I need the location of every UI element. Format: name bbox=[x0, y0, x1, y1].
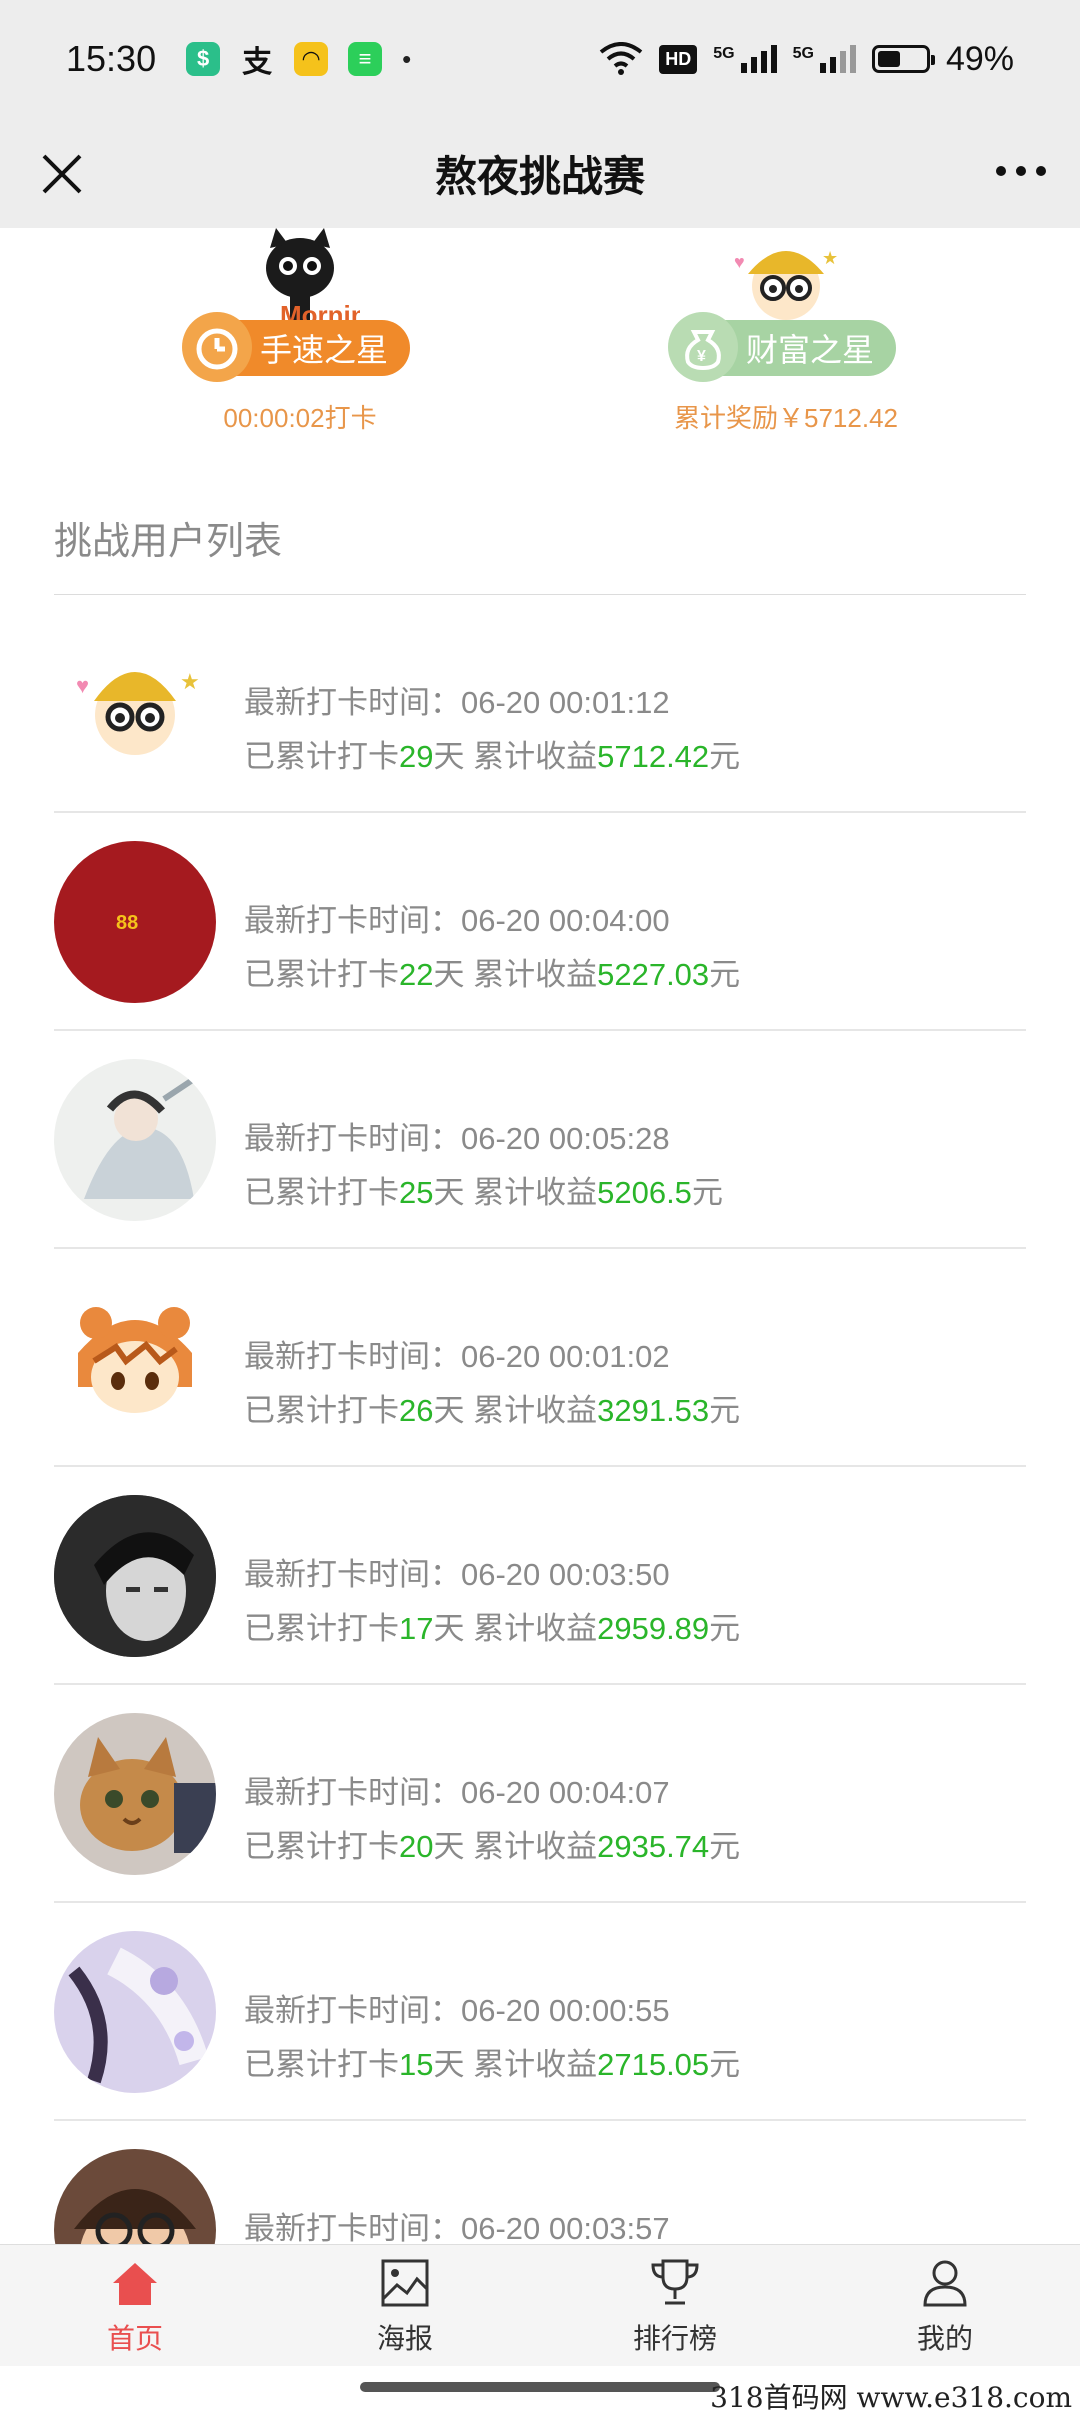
tab-poster-label: 海报 bbox=[376, 2323, 433, 2354]
earnings-value: 5712.42 bbox=[597, 739, 710, 774]
wifi-icon bbox=[600, 42, 643, 75]
tab-mine-label: 我的 bbox=[916, 2323, 973, 2354]
tab-mine[interactable]: 我的 bbox=[810, 2245, 1080, 2367]
wealth-star-caption: 累计奖励￥5712.42 bbox=[674, 403, 898, 433]
svg-text:88: 88 bbox=[116, 912, 138, 934]
checkin-stats: 已累计打卡25天 累计收益5206.5元 bbox=[244, 1175, 723, 1210]
list-item[interactable]: 88 最新打卡时间：06-20 00:04:00 已累计打卡22天 累计收益52… bbox=[54, 813, 1026, 1031]
speed-star-caption: 00:00:02打卡 bbox=[223, 403, 377, 433]
list-item[interactable]: ♥ ★ 最新打卡时间：06-20 00:01:12 已累计打卡29天 累计收益57… bbox=[54, 595, 1026, 813]
earnings-value: 2935.74 bbox=[597, 1829, 710, 1864]
earnings-value: 5206.5 bbox=[597, 1175, 692, 1210]
wealth-star-avatar: ♥ ★ bbox=[726, 228, 846, 328]
avatar: 88 bbox=[54, 841, 216, 1003]
speed-star-avatar: Mornin bbox=[240, 228, 360, 328]
checkin-time: 最新打卡时间：06-20 00:00:55 bbox=[244, 1993, 670, 2028]
avatar bbox=[54, 1495, 216, 1657]
tab-home[interactable]: 首页 bbox=[0, 2245, 270, 2367]
home-indicator[interactable] bbox=[360, 2382, 720, 2392]
checkin-days: 17 bbox=[399, 1611, 434, 1646]
tab-ranking[interactable]: 排行榜 bbox=[540, 2245, 810, 2367]
clock-icon bbox=[182, 312, 252, 382]
avatar bbox=[54, 1713, 216, 1875]
close-icon[interactable] bbox=[34, 146, 90, 202]
checkin-time: 最新打卡时间：06-20 00:03:57 bbox=[244, 2211, 670, 2246]
checkin-time: 最新打卡时间：06-20 00:01:12 bbox=[244, 685, 670, 720]
signal-2-icon: 5G bbox=[793, 45, 856, 73]
avatar bbox=[54, 1277, 216, 1439]
checkin-days: 15 bbox=[399, 2047, 434, 2082]
watermark: 318首码网 www.e318.com bbox=[710, 2381, 1072, 2414]
checkin-stats: 已累计打卡22天 累计收益5227.03元 bbox=[244, 957, 741, 992]
speed-star-label: 手速之星 bbox=[260, 332, 389, 368]
shield-app-icon: $ bbox=[186, 42, 221, 76]
home-icon bbox=[113, 2263, 157, 2305]
checkin-stats: 已累计打卡26天 累计收益3291.53元 bbox=[244, 1393, 741, 1428]
checkin-days: 25 bbox=[399, 1175, 434, 1210]
list-item[interactable]: 最新打卡时间：06-20 00:03:50 已累计打卡17天 累计收益2959.… bbox=[54, 1467, 1026, 1685]
avatar bbox=[54, 1931, 216, 2093]
list-item[interactable]: 最新打卡时间：06-20 00:01:02 已累计打卡26天 累计收益3291.… bbox=[54, 1249, 1026, 1467]
speed-star-badge: 手速之星 bbox=[182, 312, 410, 382]
poster-icon bbox=[381, 2259, 429, 2307]
wealth-star-badge: ¥ 财富之星 bbox=[668, 312, 896, 382]
checkin-stats: 已累计打卡17天 累计收益2959.89元 bbox=[244, 1611, 741, 1646]
alipay-icon: 支 bbox=[242, 46, 273, 79]
checkin-days: 26 bbox=[399, 1393, 434, 1428]
signal-1-icon: 5G bbox=[713, 45, 777, 73]
checkin-stats: 已累计打卡29天 累计收益5712.42元 bbox=[244, 739, 741, 774]
earnings-value: 2715.05 bbox=[597, 2047, 710, 2082]
svg-text:★: ★ bbox=[822, 248, 838, 268]
trophy-icon bbox=[651, 2259, 699, 2305]
user-list: ♥ ★ 最新打卡时间：06-20 00:01:12 已累计打卡29天 累计收益57… bbox=[54, 595, 1026, 2339]
svg-text:♥: ♥ bbox=[76, 673, 89, 698]
chat-bubble-app-icon: ≡ bbox=[348, 42, 383, 76]
status-bar: 15:30 $ 支 ◠ ≡ • HD 5G 5G 49% bbox=[0, 0, 1080, 118]
checkin-stats: 已累计打卡20天 累计收益2935.74元 bbox=[244, 1829, 741, 1864]
checkin-days: 22 bbox=[399, 957, 434, 992]
svg-text:¥: ¥ bbox=[697, 348, 706, 365]
wealth-star-label: 财富之星 bbox=[746, 332, 875, 368]
star-awards: Mornin 手速之星 00:00:02打卡 ♥ ★ ¥ 财富之星 累计奖励￥5… bbox=[0, 228, 1080, 448]
tab-home-label: 首页 bbox=[106, 2323, 163, 2354]
checkin-time: 最新打卡时间：06-20 00:04:00 bbox=[244, 903, 670, 938]
avatar bbox=[54, 1059, 216, 1221]
checkin-time: 最新打卡时间：06-20 00:03:50 bbox=[244, 1557, 670, 1592]
smiley-app-icon: ◠ bbox=[294, 42, 329, 76]
signal-1-label: 5G bbox=[713, 45, 735, 62]
money-bag-icon: ¥ bbox=[668, 312, 738, 382]
page-title: 熬夜挑战赛 bbox=[434, 152, 645, 200]
signal-2-label: 5G bbox=[792, 45, 814, 62]
section-title: 挑战用户列表 bbox=[54, 521, 283, 563]
list-item[interactable]: 最新打卡时间：06-20 00:05:28 已累计打卡25天 累计收益5206.… bbox=[54, 1031, 1026, 1249]
status-app-icons: $ 支 ◠ ≡ • bbox=[186, 42, 412, 79]
earnings-value: 2959.89 bbox=[597, 1611, 710, 1646]
list-item[interactable]: 最新打卡时间：06-20 00:00:55 已累计打卡15天 累计收益2715.… bbox=[54, 1903, 1026, 2121]
avatar: ♥ ★ bbox=[54, 623, 216, 785]
tab-poster[interactable]: 海报 bbox=[270, 2245, 540, 2367]
battery-percent: 49% bbox=[945, 39, 1014, 78]
bottom-tab-bar: 首页 海报 排行榜 我的 bbox=[0, 2244, 1080, 2367]
status-dot: • bbox=[402, 43, 412, 74]
checkin-time: 最新打卡时间：06-20 00:01:02 bbox=[244, 1339, 670, 1374]
checkin-time: 最新打卡时间：06-20 00:04:07 bbox=[244, 1775, 670, 1810]
hd-badge: HD bbox=[659, 44, 698, 74]
checkin-stats: 已累计打卡15天 累计收益2715.05元 bbox=[244, 2047, 741, 2082]
checkin-time: 最新打卡时间：06-20 00:05:28 bbox=[244, 1121, 670, 1156]
battery-icon bbox=[871, 45, 935, 73]
profile-icon bbox=[923, 2260, 967, 2307]
nav-bar: 熬夜挑战赛 bbox=[0, 118, 1080, 228]
list-item[interactable]: 最新打卡时间：06-20 00:04:07 已累计打卡20天 累计收益2935.… bbox=[54, 1685, 1026, 1903]
svg-text:♥: ♥ bbox=[734, 252, 745, 272]
earnings-value: 5227.03 bbox=[597, 957, 710, 992]
status-indicators: HD 5G 5G 49% bbox=[599, 40, 1014, 79]
checkin-days: 29 bbox=[399, 739, 434, 774]
tab-ranking-label: 排行榜 bbox=[632, 2323, 717, 2354]
status-time: 15:30 bbox=[66, 38, 157, 79]
more-dots-icon[interactable] bbox=[996, 166, 1046, 176]
earnings-value: 3291.53 bbox=[597, 1393, 710, 1428]
svg-text:★: ★ bbox=[180, 669, 200, 694]
checkin-days: 20 bbox=[399, 1829, 434, 1864]
